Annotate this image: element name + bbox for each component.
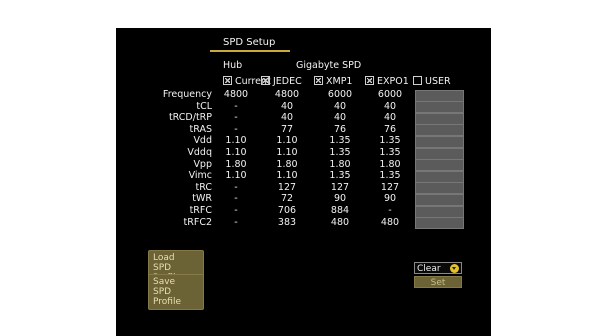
table-cell: 480 <box>380 216 400 228</box>
column-header-jedec[interactable]: JEDEC <box>261 75 302 87</box>
row-label: tWR <box>192 193 212 205</box>
checkbox-icon[interactable] <box>223 76 232 85</box>
table-cell: 1.80 <box>225 158 247 170</box>
column-header-label: EXPO1 <box>377 76 409 87</box>
table-cell: 1.80 <box>276 158 298 170</box>
table-cell: 1.35 <box>379 135 401 147</box>
checkbox-icon[interactable] <box>314 76 323 85</box>
group-label-hub: Hub <box>223 60 243 71</box>
table-cell: 40 <box>383 112 397 124</box>
user-value-field[interactable] <box>415 89 464 102</box>
table-cell: 1.35 <box>379 147 401 158</box>
load-button-label-line1: Load <box>153 253 175 263</box>
row-label: tRCD/tRP <box>168 112 212 124</box>
user-value-field[interactable] <box>415 147 464 160</box>
user-value-field[interactable] <box>415 112 464 125</box>
table-cell: 4800 <box>274 89 300 100</box>
checkbox-icon[interactable] <box>413 76 422 85</box>
column-header-label: JEDEC <box>273 76 302 87</box>
table-cell: 6000 <box>327 89 353 100</box>
row-label: Vpp <box>193 158 212 170</box>
table-cell: - <box>234 123 238 135</box>
table-cell: 1.80 <box>329 158 351 170</box>
spd-setup-screen: SPD Setup Hub Gigabyte SPD Current JEDEC X… <box>116 28 491 336</box>
table-cell: 90 <box>333 193 347 205</box>
clear-select[interactable]: Clear <box>414 262 462 274</box>
save-button-label-line2: SPD Profile <box>153 287 181 307</box>
table-cell: - <box>234 205 238 216</box>
table-cell: 40 <box>333 112 347 124</box>
table-cell: 90 <box>383 193 397 205</box>
table-cell: 4800 <box>223 89 249 100</box>
column-header-expo1[interactable]: EXPO1 <box>365 75 409 87</box>
user-value-field[interactable] <box>415 124 464 137</box>
table-cell: - <box>234 100 238 112</box>
user-value-field[interactable] <box>415 170 464 183</box>
table-cell: 127 <box>277 181 297 193</box>
table-cell: 40 <box>383 100 397 112</box>
row-label: tRFC <box>189 205 212 216</box>
row-label: Vdd <box>193 135 212 147</box>
table-cell: - <box>234 181 238 193</box>
table-cell: 127 <box>330 181 350 193</box>
table-cell: 1.80 <box>379 158 401 170</box>
checkbox-icon[interactable] <box>261 76 270 85</box>
table-cell: 706 <box>277 205 297 216</box>
table-cell: 1.10 <box>276 135 298 147</box>
set-button[interactable]: Set <box>414 276 462 288</box>
column-header-xmp1[interactable]: XMP1 <box>314 75 352 87</box>
table-cell: 1.10 <box>225 135 247 147</box>
column-header-label: XMP1 <box>326 76 353 87</box>
user-value-field[interactable] <box>415 135 464 148</box>
page-title: SPD Setup <box>223 37 276 48</box>
save-spd-profile-button[interactable]: Save SPD Profile <box>148 274 204 310</box>
table-cell: 1.10 <box>225 147 247 158</box>
save-button-label-line1: Save <box>153 277 176 287</box>
user-value-field[interactable] <box>415 217 464 230</box>
title-underline <box>210 50 290 52</box>
table-cell: 1.35 <box>329 135 351 147</box>
column-header-label: USER <box>425 76 451 87</box>
clear-select-value: Clear <box>417 264 441 274</box>
table-cell: 1.35 <box>329 147 351 158</box>
table-cell: - <box>234 193 238 205</box>
column-header-user[interactable]: USER <box>413 75 451 87</box>
row-label: tRC <box>195 181 213 193</box>
table-cell: 77 <box>280 123 294 135</box>
table-cell: 1.10 <box>276 170 298 182</box>
user-value-field[interactable] <box>415 159 464 172</box>
table-cell: 6000 <box>377 89 403 100</box>
user-value-field[interactable] <box>415 101 464 114</box>
row-label: Vimc <box>188 170 212 182</box>
table-cell: 1.10 <box>276 147 298 158</box>
row-label: tCL <box>196 100 212 112</box>
table-cell: 884 <box>330 205 350 216</box>
user-value-field[interactable] <box>415 193 464 206</box>
table-cell: - <box>234 216 238 228</box>
user-value-field[interactable] <box>415 182 464 195</box>
table-cell: 76 <box>383 123 397 135</box>
row-label: tRAS <box>189 123 212 135</box>
row-label: tRFC2 <box>183 216 212 228</box>
user-value-field[interactable] <box>415 205 464 218</box>
table-cell: 1.35 <box>329 170 351 182</box>
checkbox-icon[interactable] <box>365 76 374 85</box>
table-cell: 127 <box>380 181 400 193</box>
group-label-gigabyte-spd: Gigabyte SPD <box>296 60 362 71</box>
table-cell: - <box>234 112 238 124</box>
chevron-down-icon <box>450 264 459 273</box>
row-label: Frequency <box>162 89 212 100</box>
table-cell: 76 <box>333 123 347 135</box>
row-label: Vddq <box>187 147 212 158</box>
table-cell: 480 <box>330 216 350 228</box>
table-cell: - <box>388 205 392 216</box>
table-cell: 383 <box>277 216 297 228</box>
table-cell: 1.10 <box>225 170 247 182</box>
table-cell: 72 <box>280 193 294 205</box>
table-cell: 40 <box>280 100 294 112</box>
table-cell: 1.35 <box>379 170 401 182</box>
table-cell: 40 <box>333 100 347 112</box>
table-cell: 40 <box>280 112 294 124</box>
